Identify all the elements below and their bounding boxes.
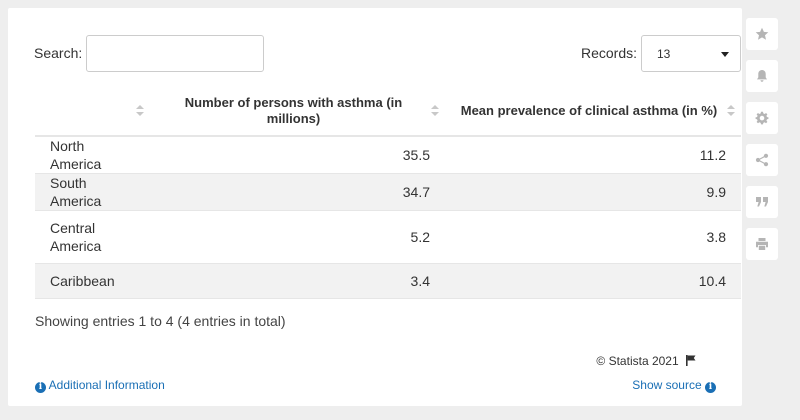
column-header-region[interactable] xyxy=(35,86,150,137)
table-row: South America 34.7 9.9 xyxy=(35,173,741,211)
cell-prevalence: 3.8 xyxy=(706,229,726,245)
search-label: Search: xyxy=(34,45,83,61)
column-header-persons[interactable]: Number of persons with asthma (in millio… xyxy=(150,86,445,137)
cell-region: North America xyxy=(50,138,102,172)
cell-persons: 3.4 xyxy=(410,273,430,289)
quote-icon xyxy=(756,197,768,207)
cell-region: South America xyxy=(50,175,102,209)
settings-button[interactable] xyxy=(746,102,778,134)
gear-icon xyxy=(755,111,769,125)
print-button[interactable] xyxy=(746,228,778,260)
table-row: Central America 5.2 3.8 xyxy=(35,211,741,264)
statistic-card: Search: Records: 13 Number of persons wi… xyxy=(8,8,742,406)
sort-icon xyxy=(431,105,439,117)
action-sidebar xyxy=(746,18,778,270)
cell-region: Central America xyxy=(50,220,102,254)
info-icon: i xyxy=(705,382,716,393)
entries-summary: Showing entries 1 to 4 (4 entries in tot… xyxy=(35,313,286,329)
copyright: © Statista 2021 xyxy=(596,354,696,369)
chevron-down-icon xyxy=(721,52,729,57)
star-button[interactable] xyxy=(746,18,778,50)
cell-persons: 35.5 xyxy=(402,147,430,163)
table-row: North America 35.5 11.2 xyxy=(35,136,741,174)
records-selected-value: 13 xyxy=(657,47,671,61)
cell-region: Caribbean xyxy=(50,273,115,289)
flag-icon[interactable] xyxy=(686,355,696,369)
sort-icon xyxy=(727,105,735,117)
data-table: Number of persons with asthma (in millio… xyxy=(35,86,741,299)
cell-persons: 5.2 xyxy=(410,229,430,245)
table-row: Caribbean 3.4 10.4 xyxy=(35,263,741,299)
star-icon xyxy=(755,27,769,40)
notification-button[interactable] xyxy=(746,60,778,92)
info-icon: i xyxy=(35,382,46,393)
search-input[interactable] xyxy=(86,35,264,72)
show-source-link[interactable]: Show source i xyxy=(632,378,716,393)
records-select[interactable]: 13 xyxy=(641,35,741,72)
print-icon xyxy=(756,238,768,250)
cell-prevalence: 9.9 xyxy=(706,184,726,200)
records-label: Records: xyxy=(581,45,638,61)
bell-icon xyxy=(757,70,767,82)
share-button[interactable] xyxy=(746,144,778,176)
column-header-prevalence[interactable]: Mean prevalence of clinical asthma (in %… xyxy=(445,86,741,137)
share-icon xyxy=(755,153,769,167)
cite-button[interactable] xyxy=(746,186,778,218)
cell-persons: 34.7 xyxy=(402,184,430,200)
cell-prevalence: 11.2 xyxy=(699,147,726,163)
sort-icon xyxy=(136,105,144,117)
table-header-row: Number of persons with asthma (in millio… xyxy=(35,86,741,137)
additional-information-link[interactable]: i Additional Information xyxy=(35,378,165,393)
cell-prevalence: 10.4 xyxy=(698,273,726,289)
